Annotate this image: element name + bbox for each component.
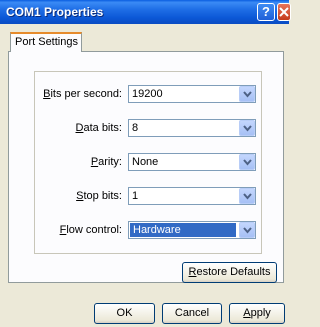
stop-bits-value: 1 (132, 190, 139, 202)
flow-control-label: Flow control: (59, 224, 122, 236)
restore-defaults-button[interactable]: Restore Defaults (182, 262, 277, 283)
bits-per-second-value: 19200 (132, 88, 163, 100)
ok-button[interactable]: OK (94, 303, 155, 324)
title-bar: COM1 Properties ? (0, 0, 291, 24)
window-title: COM1 Properties (6, 5, 104, 19)
chevron-down-icon[interactable] (239, 120, 255, 136)
close-icon (279, 7, 289, 17)
chevron-down-icon[interactable] (239, 188, 255, 204)
chevron-down-icon[interactable] (239, 154, 255, 170)
data-bits-label: Data bits: (75, 122, 122, 134)
data-bits-select[interactable]: 8 (128, 119, 256, 137)
stop-bits-select[interactable]: 1 (128, 187, 256, 205)
flow-control-value: Hardware (130, 223, 236, 237)
apply-button[interactable]: Apply (229, 303, 285, 324)
tab-port-settings[interactable]: Port Settings (10, 32, 82, 52)
close-button[interactable] (277, 3, 291, 21)
parity-label: Parity: (90, 156, 122, 168)
flow-control-select[interactable]: Hardware (128, 221, 256, 239)
help-button[interactable]: ? (257, 3, 275, 21)
tab-label: Port Settings (15, 36, 78, 48)
chevron-down-icon[interactable] (239, 86, 255, 102)
bits-per-second-select[interactable]: 19200 (128, 85, 256, 103)
help-icon: ? (262, 4, 270, 19)
parity-value: None (132, 156, 159, 168)
bits-per-second-label: Bits per second: (43, 88, 122, 100)
chevron-down-icon[interactable] (239, 222, 255, 238)
parity-select[interactable]: None (128, 153, 256, 171)
stop-bits-label: Stop bits: (76, 190, 122, 202)
data-bits-value: 8 (132, 122, 139, 134)
cancel-button[interactable]: Cancel (162, 303, 222, 324)
